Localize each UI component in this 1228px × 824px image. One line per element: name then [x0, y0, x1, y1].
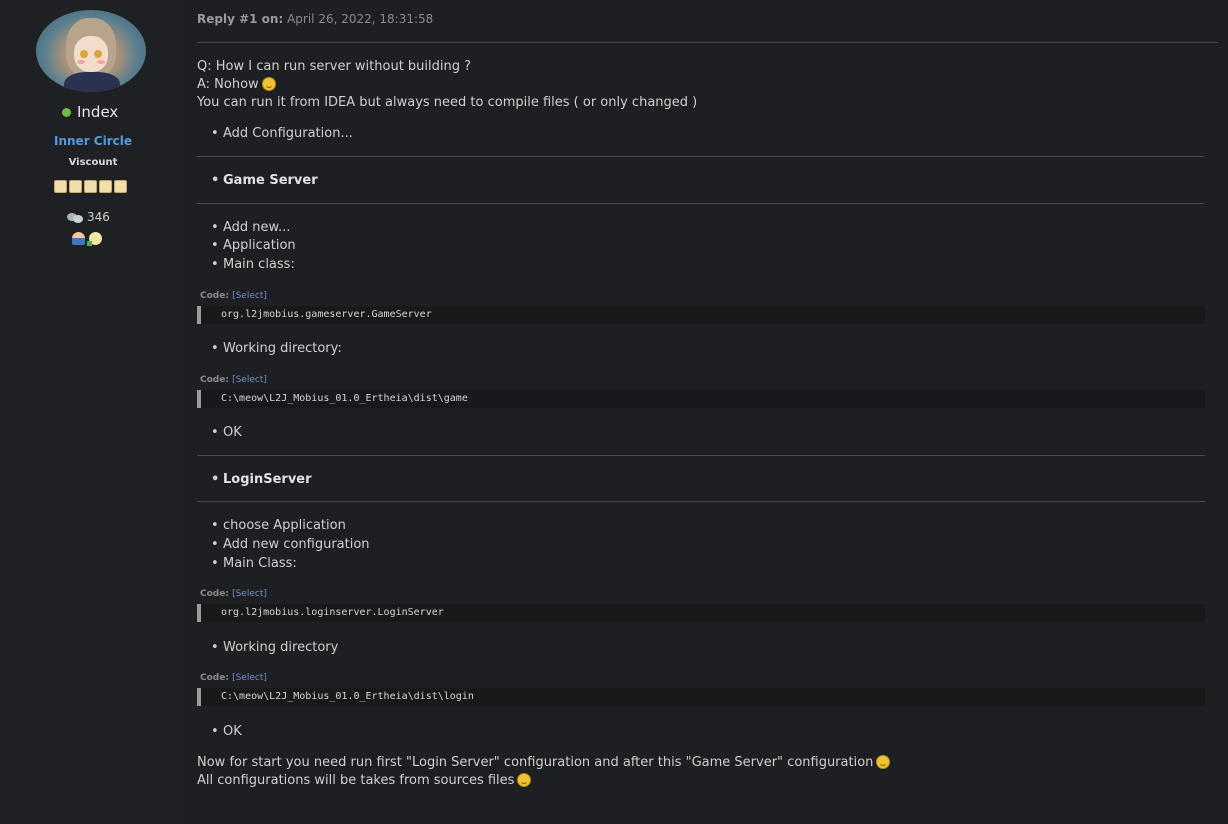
online-status-icon	[62, 107, 71, 117]
member-rank: Viscount	[68, 157, 118, 168]
select-code-link[interactable]: [Select]	[232, 673, 267, 683]
list-item: Add Configuration...	[211, 126, 353, 141]
rank-stars	[54, 180, 127, 193]
game-server-heading: Game Server	[211, 173, 318, 188]
posts-icon	[67, 211, 83, 223]
list-item: Application	[211, 238, 296, 253]
intro-note: You can run it from IDEA but always need…	[197, 95, 698, 110]
code-header: Code: [Select]	[200, 589, 267, 599]
username[interactable]: Index	[62, 103, 118, 121]
code-header: Code: [Select]	[200, 291, 267, 301]
outro-line: Now for start you need run first "Login …	[197, 755, 891, 770]
divider	[197, 455, 1205, 456]
list-item: Working directory:	[211, 341, 342, 356]
outro-text: Now for start you need run first "Login …	[197, 755, 874, 770]
list-item: OK	[211, 724, 242, 739]
list-item: Main class:	[211, 257, 295, 272]
post-keyinfo: Reply #1 on: April 26, 2022, 18:31:58	[197, 12, 433, 26]
smiley-icon	[261, 77, 276, 91]
code-label: Code:	[200, 375, 229, 385]
code-label: Code:	[200, 673, 229, 683]
intro-question: Q: How I can run server without building…	[197, 59, 472, 74]
outro-line: All configurations will be takes from so…	[197, 773, 532, 788]
post-count-value: 346	[87, 210, 110, 224]
select-code-link[interactable]: [Select]	[232, 589, 267, 599]
post-count: 346	[67, 210, 110, 224]
list-item: Add new configuration	[211, 537, 370, 552]
username-label[interactable]: Index	[77, 103, 118, 121]
divider	[197, 156, 1205, 157]
rank-star-icon	[54, 180, 67, 193]
code-block[interactable]: org.l2jmobius.loginserver.LoginServer	[197, 604, 1205, 622]
poster-sidebar: Index Inner Circle Viscount 346	[0, 0, 186, 824]
code-header: Code: [Select]	[200, 375, 267, 385]
code-block[interactable]: C:\meow\L2J_Mobius_01.0_Ertheia\dist\gam…	[197, 390, 1205, 408]
reply-label[interactable]: Reply #1 on:	[197, 12, 283, 26]
list-item: Add new...	[211, 220, 290, 235]
rank-star-icon	[114, 180, 127, 193]
list-item: OK	[211, 425, 242, 440]
personal-message-icon[interactable]	[87, 232, 102, 246]
list-item: Main Class:	[211, 556, 297, 571]
select-code-link[interactable]: [Select]	[232, 375, 267, 385]
member-group: Inner Circle	[54, 134, 132, 148]
code-label: Code:	[200, 589, 229, 599]
code-block[interactable]: C:\meow\L2J_Mobius_01.0_Ertheia\dist\log…	[197, 688, 1205, 706]
select-code-link[interactable]: [Select]	[232, 291, 267, 301]
list-item: choose Application	[211, 518, 346, 533]
code-block[interactable]: org.l2jmobius.gameserver.GameServer	[197, 306, 1205, 324]
keyinfo-divider	[197, 42, 1218, 43]
login-server-heading: LoginServer	[211, 472, 311, 487]
rank-star-icon	[84, 180, 97, 193]
outro-text: All configurations will be takes from so…	[197, 773, 515, 788]
intro-answer: A: Nohow	[197, 77, 276, 92]
divider	[197, 203, 1205, 204]
avatar[interactable]	[36, 10, 146, 92]
grin-smiley-icon	[517, 773, 532, 787]
divider	[197, 501, 1205, 502]
smiley-icon	[876, 755, 891, 769]
profile-icon[interactable]	[72, 232, 85, 245]
profile-links	[72, 232, 102, 246]
post-date: April 26, 2022, 18:31:58	[287, 12, 434, 26]
code-header: Code: [Select]	[200, 673, 267, 683]
rank-star-icon	[69, 180, 82, 193]
rank-star-icon	[99, 180, 112, 193]
code-label: Code:	[200, 291, 229, 301]
intro-answer-text: A: Nohow	[197, 77, 259, 92]
list-item: Working directory	[211, 640, 338, 655]
